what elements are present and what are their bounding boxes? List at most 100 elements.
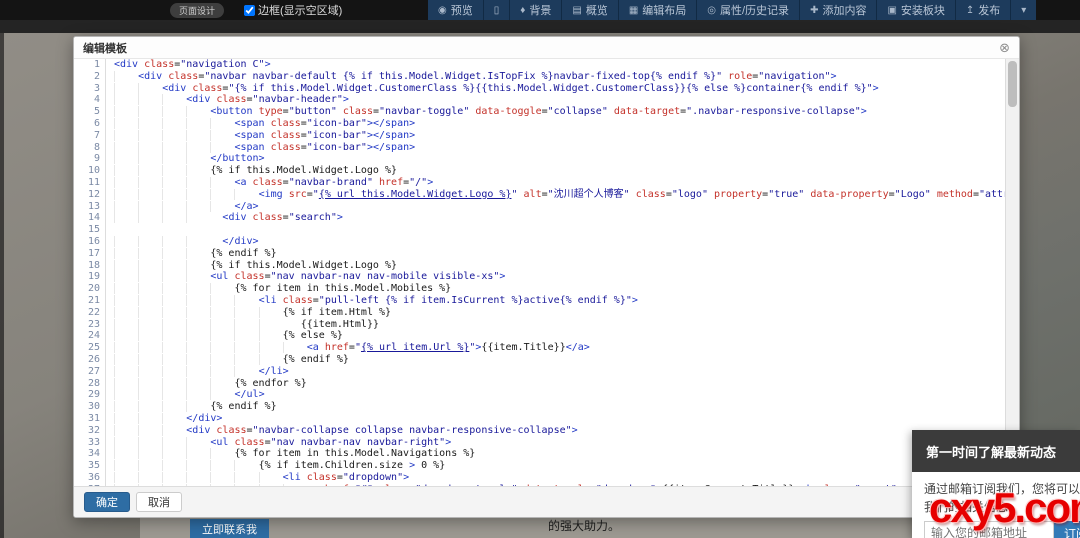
- code-line[interactable]: <a href="{% url item.Url %}">{{item.Titl…: [114, 342, 1019, 354]
- code-line[interactable]: <li class="pull-left {% if item.IsCurren…: [114, 295, 1019, 307]
- page-left-edge: [0, 33, 4, 538]
- line-number: 16: [74, 236, 100, 248]
- scrollbar-thumb[interactable]: [1008, 61, 1017, 107]
- line-number: 18: [74, 260, 100, 272]
- toolbar-button-overview[interactable]: ▤ 概览: [561, 0, 617, 20]
- line-number: 17: [74, 248, 100, 260]
- line-number: 34: [74, 448, 100, 460]
- toolbar-button-label: 安装板块: [901, 2, 945, 18]
- code-line[interactable]: {% endif %}: [114, 401, 1019, 413]
- toolbar-button-label: 概览: [586, 2, 608, 18]
- code-line[interactable]: <a href="#" class="dropdown-toggle" data…: [114, 484, 1019, 486]
- code-line[interactable]: [114, 224, 1019, 236]
- line-number: 28: [74, 378, 100, 390]
- secondary-toolbar: [0, 20, 1080, 33]
- toolbar-button-publish[interactable]: ↥ 发布: [955, 0, 1010, 20]
- code-line[interactable]: <div class="navbar navbar-default {% if …: [114, 71, 1019, 83]
- code-line[interactable]: {% for item in this.Model.Navigations %}: [114, 448, 1019, 460]
- toolbar-button-add-content[interactable]: ✚添加内容: [799, 0, 876, 20]
- code-line[interactable]: <img src="{% url this.Model.Widget.Logo …: [114, 189, 1019, 201]
- code-line[interactable]: </div>: [114, 413, 1019, 425]
- caret-down-icon: ▾: [1021, 5, 1026, 16]
- toolbar-buttons: ◉预览 ▯ ♦ 背景 ▤ 概览 ▦编辑布局◎属性/历史记录✚添加内容 ▣ 安装板块 ↥ 发布 ▾: [428, 0, 1036, 20]
- code-line[interactable]: <ul class="nav navbar-nav navbar-right">: [114, 437, 1019, 449]
- ok-button[interactable]: 确定: [84, 492, 130, 512]
- code-line[interactable]: {{item.Html}}: [114, 319, 1019, 331]
- code-line[interactable]: <span class="icon-bar"></span>: [114, 130, 1019, 142]
- editor-scrollbar[interactable]: [1005, 59, 1019, 486]
- code-line[interactable]: <span class="icon-bar"></span>: [114, 118, 1019, 130]
- toolbar-button-properties-history[interactable]: ◎属性/历史记录: [696, 0, 799, 20]
- close-icon[interactable]: ⊗: [999, 41, 1010, 54]
- toolbar-button-background[interactable]: ♦ 背景: [509, 0, 561, 20]
- line-number: 25: [74, 342, 100, 354]
- code-line[interactable]: <div class="navigation C">: [114, 59, 1019, 71]
- code-line[interactable]: </div>: [114, 236, 1019, 248]
- line-number: 8: [74, 142, 100, 154]
- code-line[interactable]: <button type="button" class="navbar-togg…: [114, 106, 1019, 118]
- code-line[interactable]: <div class="navbar-header">: [114, 94, 1019, 106]
- top-toolbar: 页面设计 边框(显示空区域) ◉预览 ▯ ♦ 背景 ▤ 概览 ▦编辑布局◎属性/历史记录✚添…: [0, 0, 1080, 20]
- code-line[interactable]: {% if this.Model.Widget.Logo %}: [114, 165, 1019, 177]
- line-number: 12: [74, 189, 100, 201]
- toolbar-button-label: 发布: [978, 2, 1000, 18]
- line-number: 10: [74, 165, 100, 177]
- toolbar-button-edit-layout[interactable]: ▦编辑布局: [618, 0, 696, 20]
- line-number: 36: [74, 472, 100, 484]
- line-number: 30: [74, 401, 100, 413]
- code-line[interactable]: </li>: [114, 366, 1019, 378]
- code-line[interactable]: {% if this.Model.Widget.Logo %}: [114, 260, 1019, 272]
- code-line[interactable]: </a>: [114, 201, 1019, 213]
- toolbar-button-mobile-view[interactable]: ▯: [483, 0, 510, 20]
- contact-button[interactable]: 立即联系我: [190, 519, 269, 538]
- toolbar-button-label: 编辑布局: [642, 2, 686, 18]
- page-design-badge[interactable]: 页面设计: [170, 3, 224, 18]
- phone-icon: ▯: [494, 5, 500, 16]
- toolbar-button-install-blocks[interactable]: ▣ 安装板块: [876, 0, 954, 20]
- line-number: 31: [74, 413, 100, 425]
- code-line[interactable]: </ul>: [114, 389, 1019, 401]
- code-line[interactable]: <ul class="nav navbar-nav nav-mobile vis…: [114, 271, 1019, 283]
- modal-title: 编辑模板: [83, 40, 127, 56]
- modal-footer: 确定 取消: [74, 486, 1019, 517]
- page-partial-text: 的强大助力。: [548, 517, 620, 534]
- toolbar-button-label: 背景: [529, 2, 551, 18]
- eye-icon: ◉: [438, 5, 447, 16]
- droplet-icon: ♦: [520, 5, 525, 16]
- toolbar-button-preview[interactable]: ◉预览: [428, 0, 483, 20]
- line-number: 4: [74, 94, 100, 106]
- line-number: 6: [74, 118, 100, 130]
- code-line[interactable]: <span class="icon-bar"></span>: [114, 142, 1019, 154]
- line-number: 13: [74, 201, 100, 213]
- border-checkbox[interactable]: [244, 5, 255, 16]
- code-line[interactable]: <div class="navbar-collapse collapse nav…: [114, 425, 1019, 437]
- code-line[interactable]: {% if item.Children.size > 0 %}: [114, 460, 1019, 472]
- blocks-icon: ▣: [887, 5, 896, 16]
- upload-icon: ↥: [966, 5, 974, 16]
- code-line[interactable]: {% endif %}: [114, 248, 1019, 260]
- code-line[interactable]: {% if item.Html %}: [114, 307, 1019, 319]
- code-area[interactable]: <div class="navigation C"> <div class="n…: [106, 59, 1019, 486]
- code-line[interactable]: {% else %}: [114, 330, 1019, 342]
- border-checkbox-row[interactable]: 边框(显示空区域): [244, 2, 342, 18]
- line-number: 23: [74, 319, 100, 331]
- code-line[interactable]: {% endfor %}: [114, 378, 1019, 390]
- code-line[interactable]: <div class="search">: [114, 212, 1019, 224]
- newsletter-title: 第一时间了解最新动态: [912, 430, 1080, 472]
- target-icon: ◎: [707, 5, 716, 16]
- code-line[interactable]: {% for item in this.Model.Mobiles %}: [114, 283, 1019, 295]
- code-editor[interactable]: 1234567891011121314151617181920212223242…: [74, 59, 1019, 486]
- line-number: 20: [74, 283, 100, 295]
- list-icon: ▤: [572, 5, 581, 16]
- code-line[interactable]: </button>: [114, 153, 1019, 165]
- code-line[interactable]: {% endif %}: [114, 354, 1019, 366]
- cancel-button[interactable]: 取消: [136, 492, 182, 512]
- code-line[interactable]: <div class="{% if this.Model.Widget.Cust…: [114, 83, 1019, 95]
- line-number: 7: [74, 130, 100, 142]
- line-number: 22: [74, 307, 100, 319]
- code-line[interactable]: <li class="dropdown">: [114, 472, 1019, 484]
- toolbar-button-more[interactable]: ▾: [1010, 0, 1036, 20]
- code-line[interactable]: <a class="navbar-brand" href="/">: [114, 177, 1019, 189]
- line-number: 14: [74, 212, 100, 224]
- modal-header: 编辑模板 ⊗: [74, 37, 1019, 59]
